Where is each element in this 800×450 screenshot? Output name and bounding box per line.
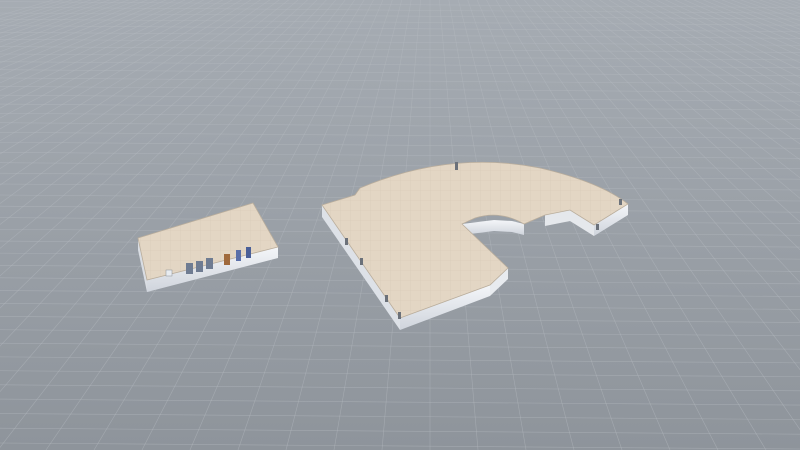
door-blue (246, 247, 251, 258)
door-panel (196, 261, 203, 272)
door-marker (455, 162, 458, 170)
door-marker (360, 258, 363, 265)
door-panel (186, 263, 193, 274)
scene-canvas[interactable] (0, 0, 800, 450)
door-marker (398, 312, 401, 319)
door-marker (596, 224, 599, 230)
door-panel (206, 258, 213, 269)
door-marker (619, 199, 622, 205)
window (165, 269, 173, 277)
door-brown (224, 254, 230, 265)
door-blue (236, 250, 241, 261)
door-marker (345, 238, 348, 245)
3d-viewport[interactable] (0, 0, 800, 450)
door-marker (385, 295, 388, 302)
